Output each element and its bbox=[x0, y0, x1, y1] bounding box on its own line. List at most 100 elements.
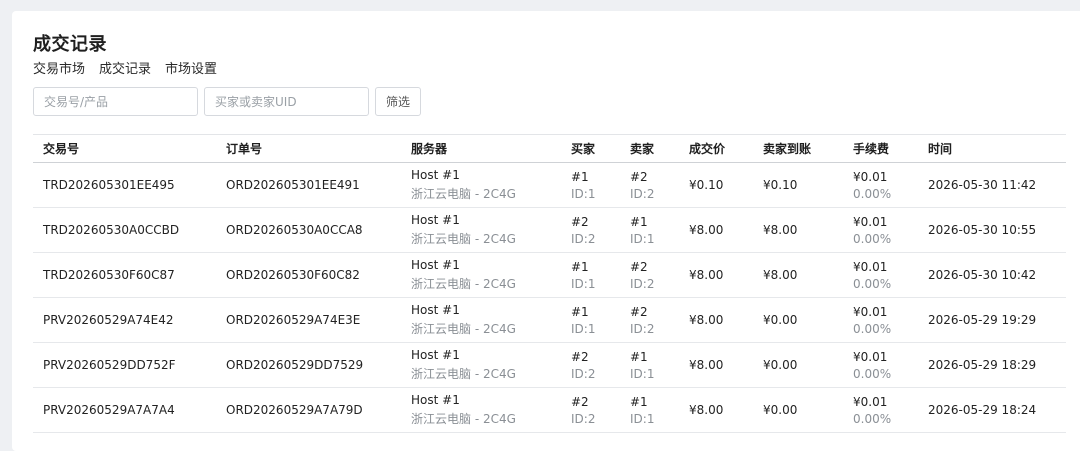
price-text: ¥8.00 bbox=[689, 313, 724, 327]
cell-trade-no: TRD202605301EE495 bbox=[33, 162, 216, 208]
price-text: ¥8.00 bbox=[689, 358, 724, 372]
cell-price: ¥8.00 bbox=[679, 207, 753, 253]
cell-price: ¥8.00 bbox=[679, 387, 753, 433]
cell-price: ¥8.00 bbox=[679, 297, 753, 343]
table-row[interactable]: TRD20260530A0CCBD ORD20260530A0CCA8 Host #… bbox=[33, 207, 1066, 253]
server-desc: 浙江云电脑 - 2C4G bbox=[411, 277, 516, 291]
seller-receive-text: ¥8.00 bbox=[763, 223, 798, 237]
header-seller-receive: 卖家到账 bbox=[753, 134, 843, 163]
buyer-id: ID:2 bbox=[571, 231, 596, 246]
trade-no-text: PRV20260529A74E42 bbox=[43, 313, 174, 327]
cell-order-no: ORD20260530F60C82 bbox=[216, 252, 401, 298]
cell-server: Host #1 浙江云电脑 - 2C4G bbox=[401, 387, 561, 433]
server-desc: 浙江云电脑 - 2C4G bbox=[411, 367, 516, 381]
cell-order-no: ORD20260530A0CCA8 bbox=[216, 207, 401, 253]
buyer-number: #1 bbox=[571, 304, 589, 319]
header-server: 服务器 bbox=[401, 134, 561, 163]
seller-number: #1 bbox=[630, 394, 648, 409]
order-no-text: ORD20260530A0CCA8 bbox=[226, 223, 363, 237]
nav-item-market[interactable]: 交易市场 bbox=[33, 58, 85, 77]
cell-buyer: #2 ID:2 bbox=[561, 342, 620, 388]
seller-id: ID:2 bbox=[630, 276, 655, 291]
buyer-id: ID:1 bbox=[571, 276, 596, 291]
cell-buyer: #1 ID:1 bbox=[561, 162, 620, 208]
price-text: ¥8.00 bbox=[689, 223, 724, 237]
fee-rate: 0.00% bbox=[853, 186, 892, 201]
fee-amount: ¥0.01 bbox=[853, 394, 888, 409]
cell-seller-receive: ¥8.00 bbox=[753, 252, 843, 298]
seller-number: #2 bbox=[630, 259, 648, 274]
table-row[interactable]: TRD202605301EE495 ORD202605301EE491 Host #… bbox=[33, 162, 1066, 208]
fee-rate: 0.00% bbox=[853, 366, 892, 381]
server-name: Host #1 bbox=[411, 348, 460, 362]
cell-seller: #2 ID:2 bbox=[620, 162, 679, 208]
cell-fee: ¥0.01 0.00% bbox=[843, 387, 918, 433]
table-row[interactable]: TRD20260530F60C87 ORD20260530F60C82 Host #… bbox=[33, 252, 1066, 298]
cell-trade-no: TRD20260530F60C87 bbox=[33, 252, 216, 298]
table-header-row: 交易号 订单号 服务器 买家 卖家 成交价 卖家到账 手续费 时间 bbox=[33, 134, 1066, 163]
table-body: TRD202605301EE495 ORD202605301EE491 Host #… bbox=[33, 162, 1066, 433]
nav-item-trades[interactable]: 成交记录 bbox=[99, 58, 151, 77]
order-no-text: ORD20260530F60C82 bbox=[226, 268, 360, 282]
seller-number: #1 bbox=[630, 214, 648, 229]
trade-search-input[interactable] bbox=[33, 87, 198, 116]
fee-rate: 0.00% bbox=[853, 231, 892, 246]
seller-number: #1 bbox=[630, 349, 648, 364]
cell-seller-receive: ¥0.00 bbox=[753, 387, 843, 433]
seller-receive-text: ¥8.00 bbox=[763, 268, 798, 282]
buyer-id: ID:2 bbox=[571, 411, 596, 426]
cell-fee: ¥0.01 0.00% bbox=[843, 207, 918, 253]
fee-amount: ¥0.01 bbox=[853, 169, 888, 184]
cell-server: Host #1 浙江云电脑 - 2C4G bbox=[401, 162, 561, 208]
seller-id: ID:1 bbox=[630, 231, 655, 246]
header-price: 成交价 bbox=[679, 134, 753, 163]
header-buyer: 买家 bbox=[561, 134, 620, 163]
trade-no-text: TRD20260530F60C87 bbox=[43, 268, 175, 282]
fee-amount: ¥0.01 bbox=[853, 214, 888, 229]
header-trade-no: 交易号 bbox=[33, 134, 216, 163]
time-text: 2026-05-30 11:42 bbox=[928, 178, 1037, 192]
server-desc: 浙江云电脑 - 2C4G bbox=[411, 322, 516, 336]
server-desc: 浙江云电脑 - 2C4G bbox=[411, 232, 516, 246]
cell-seller-receive: ¥8.00 bbox=[753, 207, 843, 253]
seller-receive-text: ¥0.00 bbox=[763, 403, 798, 417]
table-row[interactable]: PRV20260529A74E42 ORD20260529A74E3E Host #… bbox=[33, 297, 1066, 343]
buyer-id: ID:1 bbox=[571, 321, 596, 336]
buyer-number: #2 bbox=[571, 394, 589, 409]
page-title: 成交记录 bbox=[33, 34, 107, 55]
cell-server: Host #1 浙江云电脑 - 2C4G bbox=[401, 252, 561, 298]
cell-time: 2026-05-30 11:42 bbox=[918, 162, 1066, 208]
cell-fee: ¥0.01 0.00% bbox=[843, 252, 918, 298]
cell-order-no: ORD20260529DD7529 bbox=[216, 342, 401, 388]
cell-trade-no: PRV20260529A7A7A4 bbox=[33, 387, 216, 433]
seller-receive-text: ¥0.00 bbox=[763, 313, 798, 327]
seller-receive-text: ¥0.10 bbox=[763, 178, 798, 192]
cell-order-no: ORD20260529A7A79D bbox=[216, 387, 401, 433]
filter-button[interactable]: 筛选 bbox=[375, 87, 422, 116]
buyer-id: ID:2 bbox=[571, 366, 596, 381]
content-card: 成交记录 交易市场 成交记录 市场设置 筛选 交易号 订单号 服务器 买家 卖家… bbox=[12, 11, 1080, 451]
cell-price: ¥8.00 bbox=[679, 342, 753, 388]
fee-amount: ¥0.01 bbox=[853, 349, 888, 364]
cell-seller: #2 ID:2 bbox=[620, 252, 679, 298]
order-no-text: ORD202605301EE491 bbox=[226, 178, 360, 192]
trade-no-text: TRD20260530A0CCBD bbox=[43, 223, 180, 237]
fee-rate: 0.00% bbox=[853, 321, 892, 336]
cell-seller-receive: ¥0.00 bbox=[753, 342, 843, 388]
cell-server: Host #1 浙江云电脑 - 2C4G bbox=[401, 342, 561, 388]
cell-seller: #1 ID:1 bbox=[620, 387, 679, 433]
trade-no-text: PRV20260529A7A7A4 bbox=[43, 403, 175, 417]
nav-item-settings[interactable]: 市场设置 bbox=[165, 58, 217, 77]
trade-no-text: PRV20260529DD752F bbox=[43, 358, 176, 372]
buyer-number: #2 bbox=[571, 214, 589, 229]
cell-price: ¥0.10 bbox=[679, 162, 753, 208]
buyer-number: #2 bbox=[571, 349, 589, 364]
server-desc: 浙江云电脑 - 2C4G bbox=[411, 412, 516, 426]
trades-table: 交易号 订单号 服务器 买家 卖家 成交价 卖家到账 手续费 时间 TRD202… bbox=[33, 134, 1066, 433]
uid-search-input[interactable] bbox=[204, 87, 369, 116]
server-name: Host #1 bbox=[411, 168, 460, 182]
table-row[interactable]: PRV20260529DD752F ORD20260529DD7529 Host #… bbox=[33, 342, 1066, 388]
cell-buyer: #1 ID:1 bbox=[561, 252, 620, 298]
seller-id: ID:2 bbox=[630, 186, 655, 201]
table-row[interactable]: PRV20260529A7A7A4 ORD20260529A7A79D Host #… bbox=[33, 387, 1066, 433]
